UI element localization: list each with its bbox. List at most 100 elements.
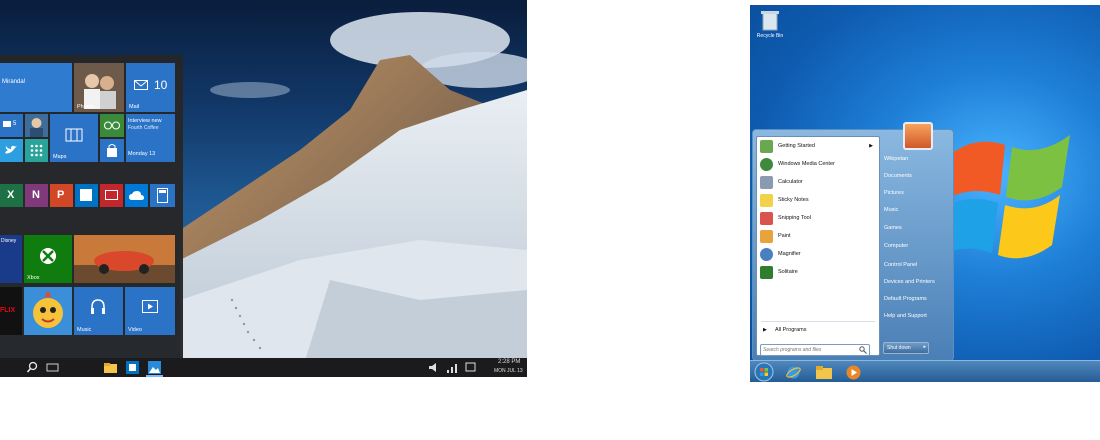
clock-time[interactable]: 2:28 PM [498,359,520,365]
program-magnifier[interactable]: Magnifier [760,247,876,263]
program-label: Magnifier [778,251,801,257]
search-icon[interactable] [26,361,39,374]
media-player-icon[interactable] [846,365,861,380]
all-programs-button[interactable]: ▶ All Programs [761,326,875,336]
program-label: Solitaire [778,269,798,275]
calculator-tile[interactable] [150,184,175,207]
start-right-help-and-support[interactable]: Help and Support [884,313,950,327]
program-sticky-notes[interactable]: Sticky Notes [760,193,876,209]
store-tile[interactable] [100,139,124,162]
program-label: Sticky Notes [778,197,809,203]
program-label: Snipping Tool [778,215,811,221]
outlook-tile[interactable] [75,184,98,207]
program-getting-started[interactable]: Getting Started ▶ [760,139,876,155]
people-name: Miranda! [2,79,26,85]
disney-label: Disney [1,238,17,244]
xbox-tile[interactable]: Xbox [24,235,72,283]
program-paint[interactable]: Paint [760,229,876,245]
onedrive-tile[interactable] [125,184,148,207]
maps-tile[interactable]: Maps [50,114,98,162]
windows-10-taskbar: 2:28 PM MON JUL 13 [0,358,527,377]
shutdown-button[interactable]: Shut down ▸ [883,342,929,354]
recycle-bin-label: Recycle Bin [756,33,784,39]
action-center-icon[interactable] [464,361,477,374]
onenote-tile[interactable]: N [25,184,48,207]
news-icon [105,190,118,200]
calendar-tile[interactable]: Interview new Fourth Coffee Monday 13 [126,114,175,162]
outlook-taskbar-icon[interactable] [126,361,139,374]
windows-10-screenshot: Miranda! Photos 10 Mail 5 Maps Interview… [0,0,527,377]
file-explorer-icon[interactable] [104,361,117,374]
twitter-tile[interactable] [0,139,23,162]
racing-game-tile[interactable] [74,235,175,283]
program-calculator[interactable]: Calculator [760,175,876,191]
maps-icon [65,128,83,142]
start-right-control-panel[interactable]: Control Panel [884,262,950,276]
sticky-notes-icon [760,194,773,207]
windows-7-start-menu: Getting Started ▶ Windows Media Center C… [752,122,954,361]
search-box[interactable] [760,344,870,356]
powerpoint-tile[interactable]: P [50,184,73,207]
people-tile[interactable]: Miranda! [0,63,72,112]
onenote-icon: N [32,189,40,201]
people-small-tile[interactable]: 5 [0,114,23,137]
apps-grid-tile[interactable] [25,139,48,162]
right-item-label: Games [884,225,902,231]
volume-icon[interactable] [428,361,441,374]
start-right-music[interactable]: Music [884,207,950,221]
network-icon[interactable] [446,361,459,374]
news-tile[interactable] [100,184,123,207]
maps-label: Maps [53,154,67,160]
mail-tile[interactable]: 10 Mail [126,63,175,112]
right-item-label: Control Panel [884,262,918,268]
task-view-icon[interactable] [46,361,59,374]
cartoon-character-image [24,287,72,335]
program-label: Getting Started [778,143,815,149]
video-tile[interactable]: Video [125,287,175,335]
start-right-computer[interactable]: Computer [884,243,950,257]
interview-date: Monday 13 [128,151,156,157]
photos-taskbar-icon[interactable] [148,361,161,374]
shutdown-label: Shut down [887,345,911,351]
start-right-pictures[interactable]: Pictures [884,190,950,204]
start-right-games[interactable]: Games [884,225,950,239]
person-photo-icon [25,114,48,137]
excel-icon: X [7,189,15,201]
submenu-arrow-icon: ▶ [869,143,873,149]
program-snipping-tool[interactable]: Snipping Tool [760,211,876,227]
program-solitaire[interactable]: Solitaire [760,265,876,281]
racing-car-image [74,235,175,283]
interview-sub: Fourth Coffee [128,125,159,131]
netflix-tile[interactable]: FLIX [0,287,22,335]
excel-tile[interactable]: X [0,184,23,207]
user-picture[interactable] [903,122,933,150]
windows-explorer-icon[interactable] [816,365,832,379]
windows-10-start-menu: Miranda! Photos 10 Mail 5 Maps Interview… [0,55,183,358]
search-input[interactable] [763,345,853,354]
contact-photo-tile[interactable] [25,114,48,137]
game-character-tile[interactable] [24,287,72,335]
start-right-documents[interactable]: Documents [884,173,950,187]
windows-logo-wallpaper [940,135,1070,259]
xbox-icon [40,248,56,264]
disney-tile[interactable]: Disney [0,235,22,283]
store-bag-icon [107,144,117,157]
start-right-devices-and-printers[interactable]: Devices and Printers [884,279,950,293]
tripadvisor-tile[interactable] [100,114,124,137]
program-windows-media-center[interactable]: Windows Media Center [760,157,876,173]
recycle-bin[interactable]: Recycle Bin [756,9,784,39]
photos-tile[interactable]: Photos [74,63,124,112]
cloud-icon [129,191,144,200]
right-item-label: Music [884,207,899,213]
start-right-wikipetan[interactable]: Wikipetan [884,156,950,170]
start-right-default-programs[interactable]: Default Programs [884,296,950,310]
internet-explorer-icon[interactable] [786,365,801,380]
chat-icon [3,121,11,127]
video-label: Video [128,327,142,333]
start-orb-icon[interactable] [754,362,774,382]
flix-label: FLIX [0,307,16,314]
music-tile[interactable]: Music [74,287,123,335]
clock-date[interactable]: MON JUL 13 [494,368,523,374]
program-label: Paint [778,233,791,239]
headphones-icon [91,299,105,314]
